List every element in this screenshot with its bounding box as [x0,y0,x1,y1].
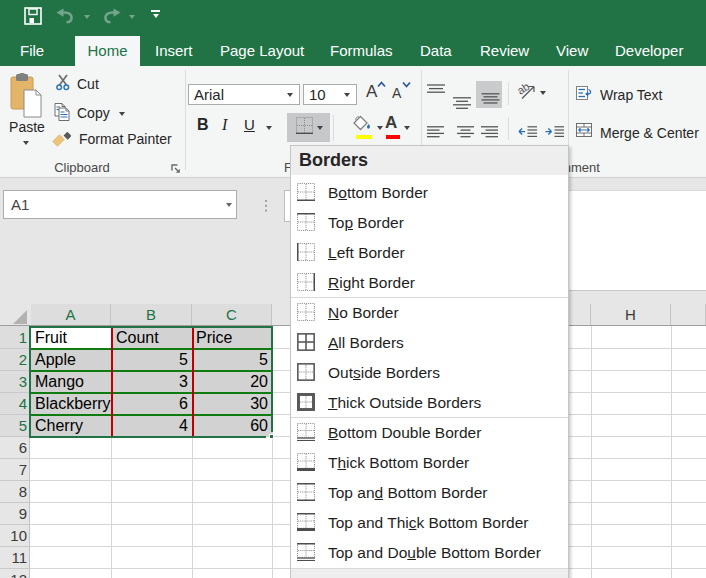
svg-text:ab: ab [518,82,532,97]
